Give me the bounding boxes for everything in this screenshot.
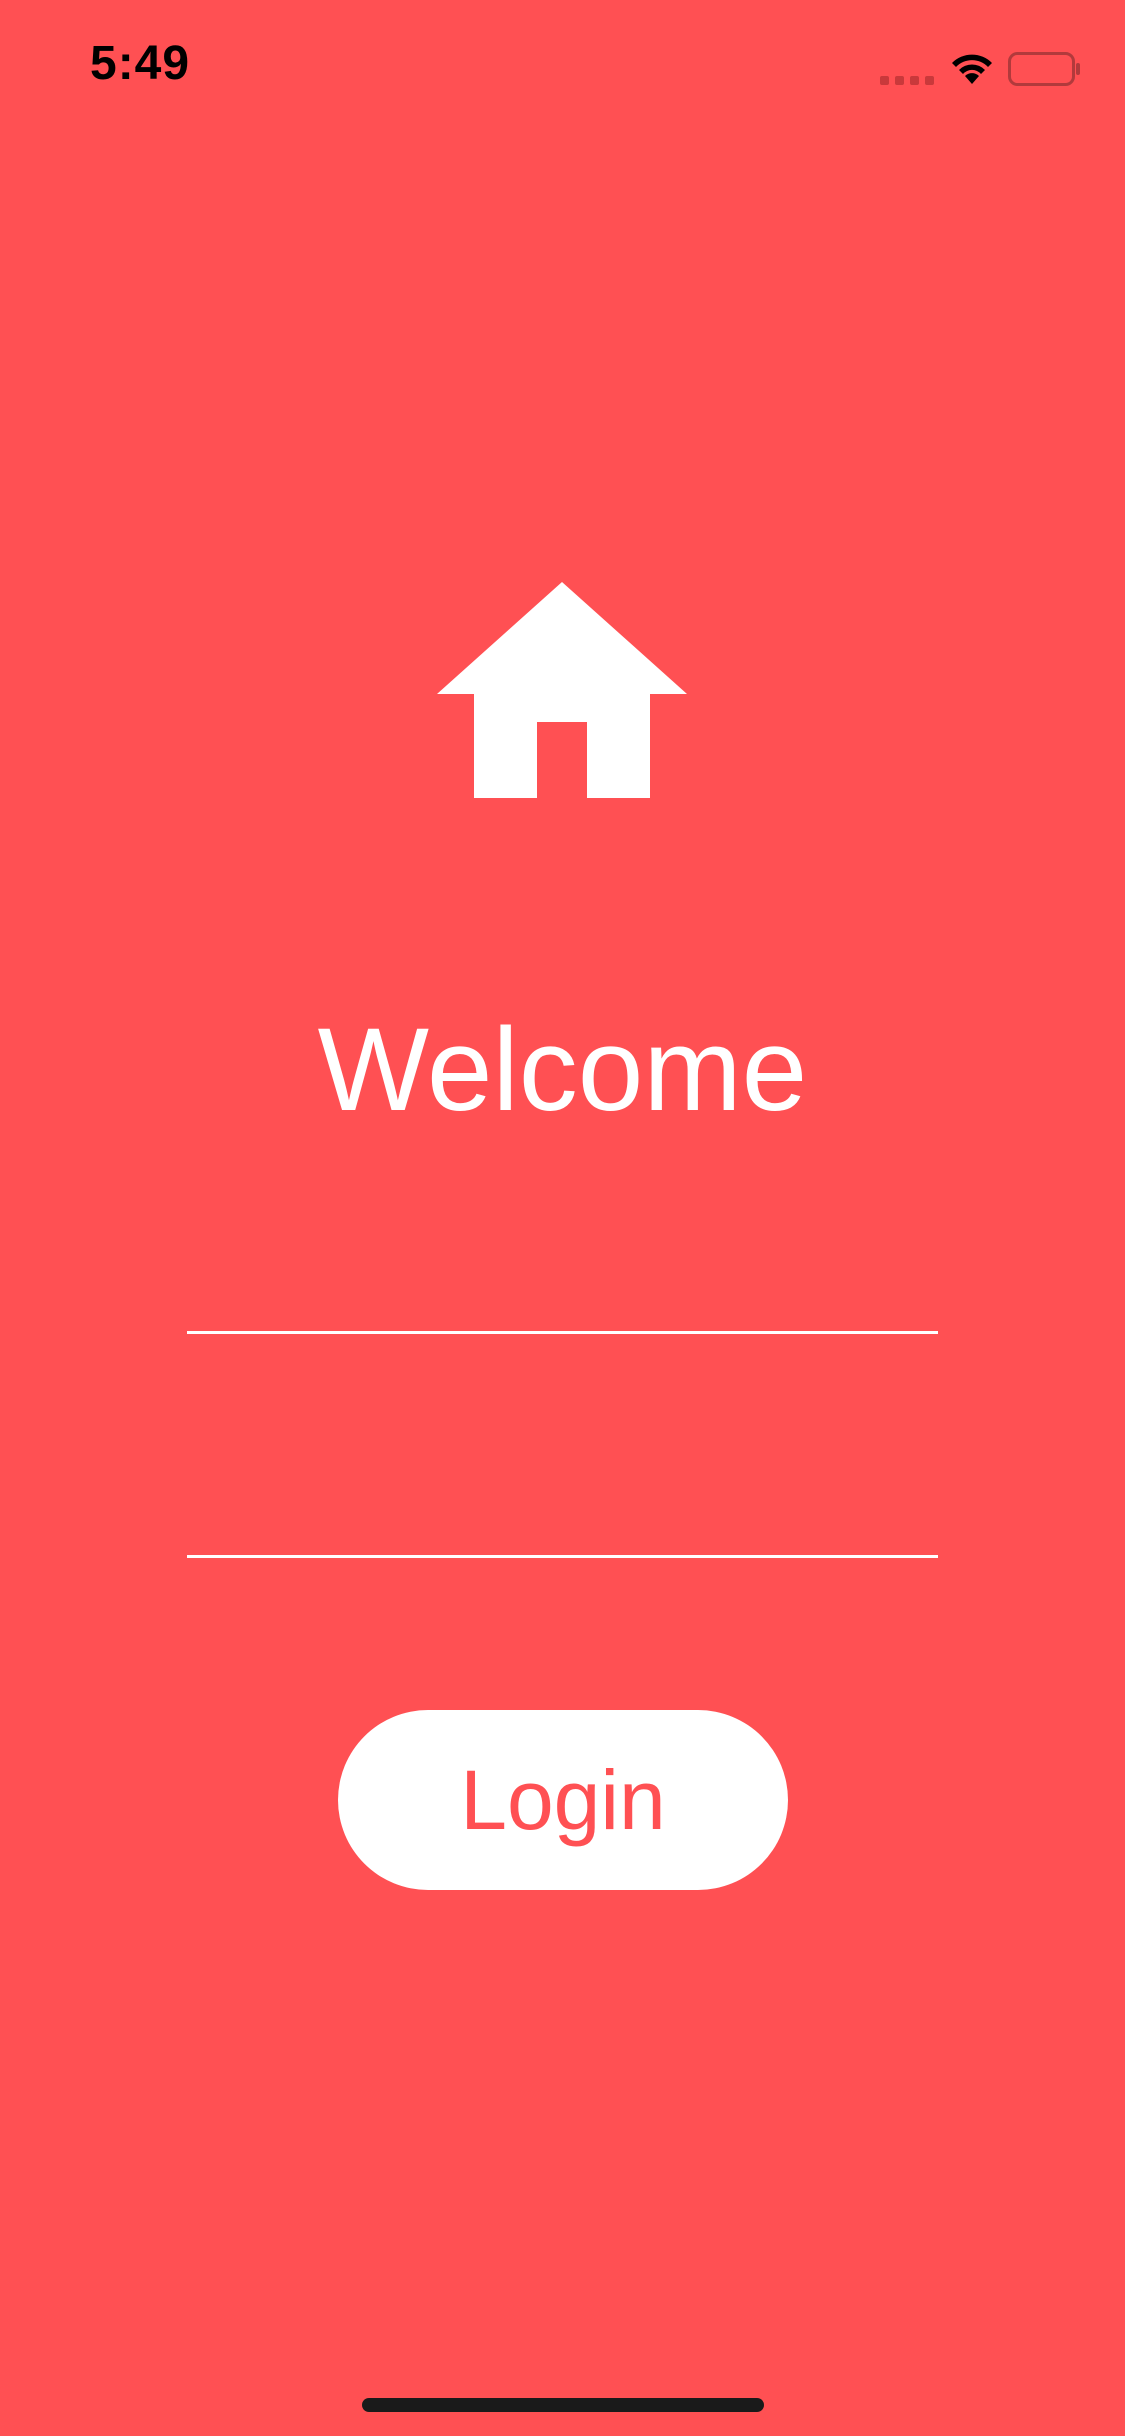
login-screen: 5:49 Welcome Login — [0, 0, 1125, 2436]
login-button[interactable]: Login — [338, 1710, 788, 1890]
home-icon — [437, 582, 687, 798]
welcome-title: Welcome — [317, 1004, 808, 1136]
signal-dots-icon — [880, 76, 934, 85]
username-input[interactable] — [187, 1244, 938, 1334]
battery-icon — [1008, 52, 1080, 86]
password-input[interactable] — [187, 1468, 938, 1558]
status-bar: 5:49 — [0, 0, 1125, 132]
home-indicator[interactable] — [362, 2398, 764, 2412]
status-time: 5:49 — [90, 37, 191, 90]
wifi-icon — [952, 54, 992, 84]
